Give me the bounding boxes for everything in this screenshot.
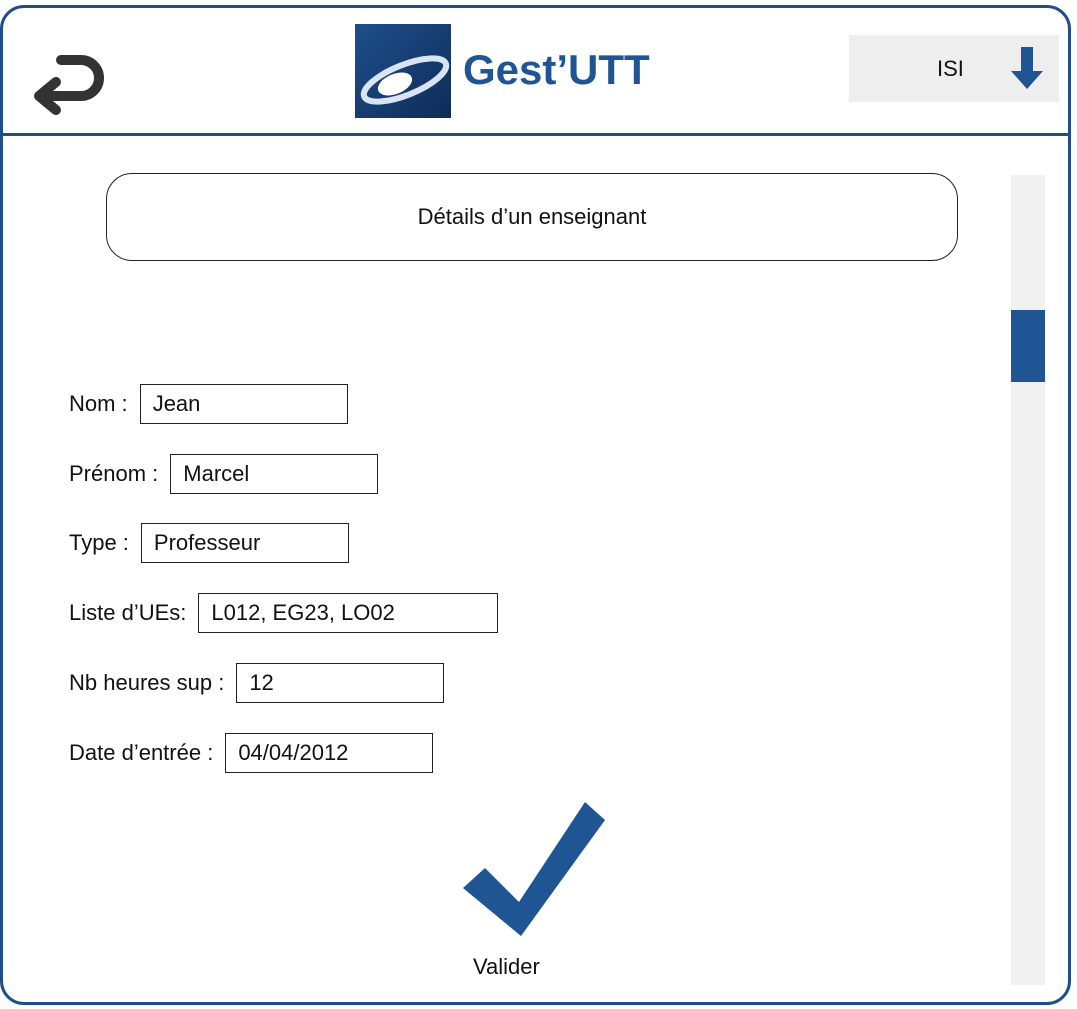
ues-input[interactable]: L012, EG23, LO02 (198, 593, 499, 633)
type-label: Type : (69, 530, 129, 555)
nom-label: Nom : (69, 391, 128, 416)
prenom-label: Prénom : (69, 461, 159, 486)
return-arrow-icon (34, 55, 104, 115)
field-heures-sup: Nb heures sup : 12 (69, 662, 445, 704)
heures-sup-input[interactable]: 12 (236, 663, 445, 703)
page-title: Détails d’un enseignant (106, 173, 958, 261)
validate-label: Valider (473, 954, 540, 979)
app-window: Gest’UTT ISI Détails d’un enseignant Nom… (0, 5, 1071, 1005)
field-ues: Liste d’UEs: L012, EG23, LO02 (69, 592, 499, 634)
field-nom: Nom : Jean (69, 383, 348, 425)
date-entree-label: Date d’entrée : (69, 740, 214, 765)
date-entree-input[interactable]: 04/04/2012 (225, 733, 434, 773)
main-content: Détails d’un enseignant Nom : Jean Préno… (3, 136, 1068, 1002)
field-date-entree: Date d’entrée : 04/04/2012 (69, 732, 434, 774)
header-bar: Gest’UTT ISI (3, 8, 1068, 136)
type-input[interactable]: Professeur (140, 523, 349, 563)
app-logo (355, 24, 451, 118)
scrollbar-track[interactable] (1011, 175, 1045, 985)
scrollbar-thumb[interactable] (1011, 310, 1045, 382)
back-button[interactable] (21, 30, 111, 120)
field-prenom: Prénom : Marcel (69, 453, 379, 495)
app-title: Gest’UTT (463, 46, 650, 93)
nom-input[interactable]: Jean (139, 384, 348, 424)
department-value: ISI (937, 56, 964, 81)
checkmark-icon (463, 802, 605, 936)
ues-label: Liste d’UEs: (69, 600, 187, 625)
heures-sup-label: Nb heures sup : (69, 670, 225, 695)
prenom-input[interactable]: Marcel (170, 454, 379, 494)
validate-button[interactable] (461, 800, 606, 940)
field-type: Type : Professeur (69, 522, 349, 564)
department-select[interactable]: ISI (849, 35, 1059, 102)
down-arrow-icon (1011, 47, 1043, 89)
